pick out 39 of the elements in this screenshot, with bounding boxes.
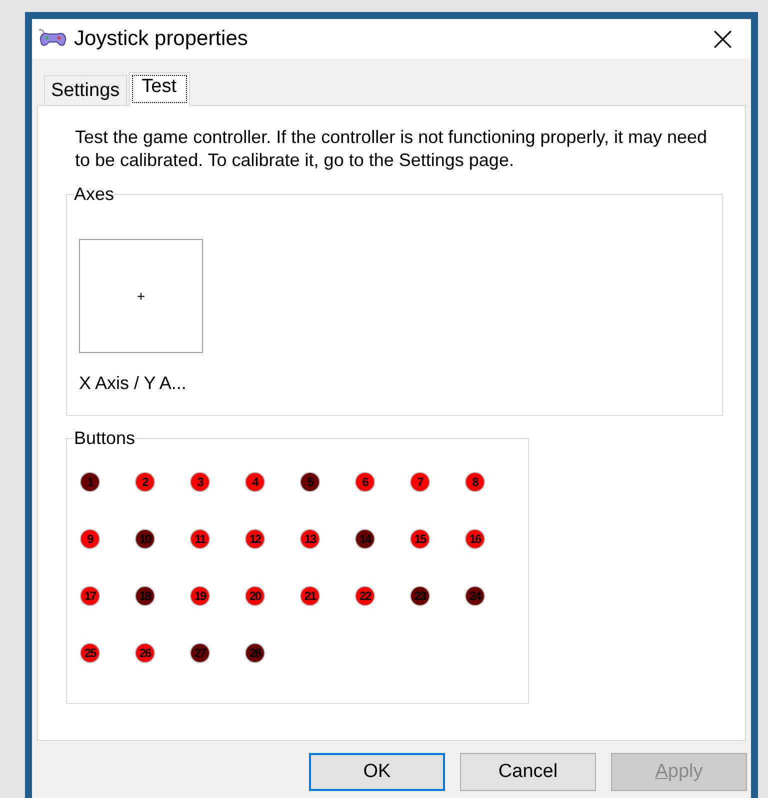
button-indicator: 3 <box>191 473 209 491</box>
button-indicator: 19 <box>191 587 209 605</box>
button-indicator: 5 <box>301 473 319 491</box>
button-indicator: 28 <box>246 644 264 662</box>
button-indicator: 23 <box>411 587 429 605</box>
group-title: Buttons <box>74 428 136 448</box>
button-indicator: 6 <box>356 473 374 491</box>
button-indicator: 18 <box>136 587 154 605</box>
button-indicator: 8 <box>466 473 484 491</box>
button-indicator: 17 <box>81 587 99 605</box>
button-indicator: 20 <box>246 587 264 605</box>
tab[interactable]: Test <box>128 72 190 106</box>
button-indicator: 10 <box>136 530 154 548</box>
button-indicator: 13 <box>301 530 319 548</box>
button-indicator: 26 <box>136 644 154 662</box>
button-indicator: 25 <box>81 644 99 662</box>
button-indicator: 12 <box>246 530 264 548</box>
group-title: Axes <box>74 184 114 204</box>
button-indicator: 2 <box>136 473 154 491</box>
tab[interactable]: Settings <box>44 75 127 105</box>
button-indicator: 16 <box>466 530 484 548</box>
dialog-button[interactable]: Cancel <box>460 753 596 791</box>
axis-label: X Axis / Y A... <box>79 373 188 394</box>
button-indicator: 24 <box>466 587 484 605</box>
button-indicator: 21 <box>301 587 319 605</box>
button-indicator: 9 <box>81 530 99 548</box>
button-indicator: 15 <box>411 530 429 548</box>
dialog-button[interactable]: OK <box>309 753 445 791</box>
button-indicator: 27 <box>191 644 209 662</box>
instruction-text: Test the game controller. If the controller is not functioning properly, it may need to be calibrated. To calibrate it, go to the Settings page. <box>75 126 708 172</box>
button-indicator: 22 <box>356 587 374 605</box>
button-indicator: 11 <box>191 530 209 548</box>
crosshair-marker: + <box>136 288 146 304</box>
button-indicator: 1 <box>81 473 99 491</box>
window-title: Joystick properties <box>74 27 249 51</box>
button-indicator: 7 <box>411 473 429 491</box>
close-button[interactable]: × <box>702 22 743 56</box>
button-indicator: 4 <box>246 473 264 491</box>
button-indicator: 14 <box>356 530 374 548</box>
